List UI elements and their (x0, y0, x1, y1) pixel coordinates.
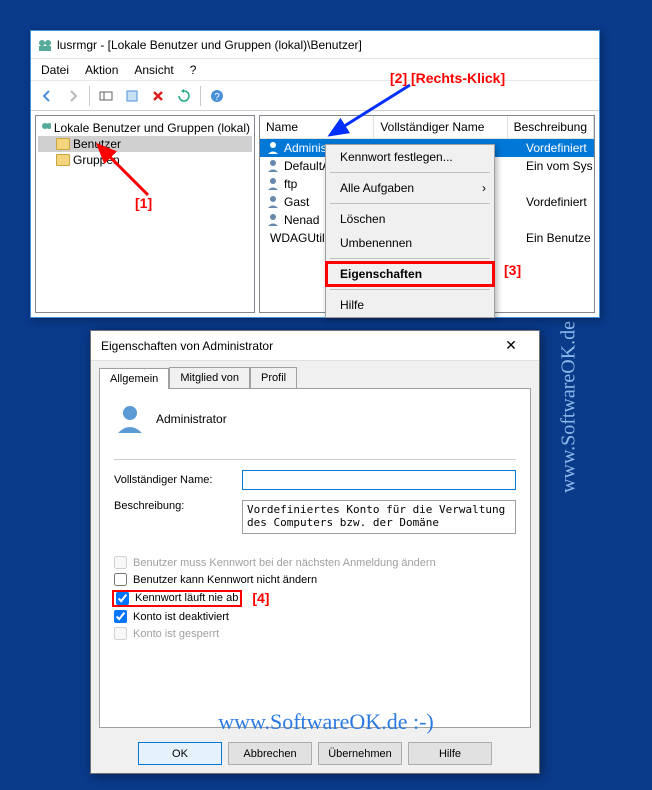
separator (330, 289, 490, 290)
tree-root[interactable]: Lokale Benutzer und Gruppen (lokal) (38, 120, 252, 136)
label-fullname: Vollständiger Name: (114, 474, 234, 486)
chk-label: Benutzer muss Kennwort bei der nächsten … (133, 557, 436, 569)
separator (330, 172, 490, 173)
cell-name: Nenad (284, 213, 319, 227)
cell-desc: Ein Benutze (520, 231, 594, 245)
properties-dialog: Eigenschaften von Administrator ✕ Allgem… (90, 330, 540, 774)
annotation-4: [4] (252, 590, 269, 606)
separator (330, 258, 490, 259)
refresh-button[interactable] (172, 84, 196, 108)
chk-never-expires[interactable]: Kennwort läuft nie ab [4] (114, 590, 516, 606)
user-icon (266, 141, 280, 155)
cell-desc: Vordefiniert (520, 141, 594, 155)
annotation-1: [1] (135, 195, 152, 211)
tab-general[interactable]: Allgemein (99, 368, 169, 389)
chk-disabled[interactable]: Konto ist deaktiviert (114, 610, 516, 623)
tree-root-label: Lokale Benutzer und Gruppen (lokal) (54, 121, 250, 135)
window-title: lusrmgr - [Lokale Benutzer und Gruppen (… (57, 38, 362, 52)
annotation-3: [3] (504, 262, 521, 278)
checkbox (114, 556, 127, 569)
chk-must-change: Benutzer muss Kennwort bei der nächsten … (114, 556, 516, 569)
separator (330, 203, 490, 204)
properties-button[interactable] (120, 84, 144, 108)
user-icon (266, 213, 280, 227)
app-icon (37, 37, 53, 53)
ctx-delete[interactable]: Löschen (326, 207, 494, 231)
user-name-label: Administrator (156, 412, 227, 426)
folder-icon (56, 138, 70, 150)
menu-view[interactable]: Ansicht (126, 61, 181, 79)
context-menu: Kennwort festlegen... Alle Aufgaben Lösc… (325, 144, 495, 318)
chk-label: Konto ist deaktiviert (133, 611, 229, 623)
show-hide-button[interactable] (94, 84, 118, 108)
menu-file[interactable]: Datei (33, 61, 77, 79)
checkbox (114, 627, 127, 640)
forward-button[interactable] (61, 84, 85, 108)
tab-profile[interactable]: Profil (250, 367, 297, 388)
col-desc[interactable]: Beschreibung (508, 116, 594, 138)
titlebar: lusrmgr - [Lokale Benutzer und Gruppen (… (31, 31, 599, 59)
svg-text:?: ? (214, 92, 220, 103)
arrow-2 (320, 80, 440, 150)
label-desc: Beschreibung: (114, 500, 234, 512)
chk-label: Benutzer kann Kennwort nicht ändern (133, 574, 317, 586)
chk-label: Konto ist gesperrt (133, 628, 219, 640)
menu-help[interactable]: ? (182, 61, 205, 79)
dialog-buttons: OK Abbrechen Übernehmen Hilfe (91, 736, 539, 775)
tab-member[interactable]: Mitglied von (169, 367, 250, 388)
user-icon (266, 159, 280, 173)
help-button[interactable]: Hilfe (408, 742, 492, 765)
input-desc[interactable]: Vordefiniertes Konto für die Verwaltung … (242, 500, 516, 534)
watermark-side: www.SoftwareOK.de :-) (558, 297, 581, 493)
ok-button[interactable]: OK (138, 742, 222, 765)
tabstrip: Allgemein Mitglied von Profil (91, 361, 539, 388)
checkbox[interactable] (114, 610, 127, 623)
user-icon (266, 195, 280, 209)
cell-desc: Vordefiniert (520, 195, 594, 209)
input-fullname[interactable] (242, 470, 516, 490)
ctx-properties[interactable]: Eigenschaften (326, 262, 494, 286)
apply-button[interactable]: Übernehmen (318, 742, 402, 765)
checkbox[interactable] (114, 573, 127, 586)
ctx-help[interactable]: Hilfe (326, 293, 494, 317)
delete-button[interactable] (146, 84, 170, 108)
tab-panel-general: Administrator Vollständiger Name: Beschr… (99, 388, 531, 728)
separator (200, 86, 201, 106)
dialog-title: Eigenschaften von Administrator (101, 339, 273, 353)
ctx-rename[interactable]: Umbenennen (326, 231, 494, 255)
help-button[interactable]: ? (205, 84, 229, 108)
separator (89, 86, 90, 106)
user-icon (266, 177, 280, 191)
checkbox[interactable] (116, 592, 129, 605)
menubar: Datei Aktion Ansicht ? (31, 59, 599, 81)
ctx-all-tasks[interactable]: Alle Aufgaben (326, 176, 494, 200)
divider (114, 459, 516, 460)
cancel-button[interactable]: Abbrechen (228, 742, 312, 765)
chk-label: Kennwort läuft nie ab (135, 592, 238, 604)
cell-name: Gast (284, 195, 309, 209)
annotation-2: [2] [Rechts-Klick] (390, 70, 505, 86)
user-icon-large (114, 403, 146, 435)
watermark-bottom: www.SoftwareOK.de :-) (218, 709, 433, 735)
toolbar: ? (31, 81, 599, 111)
dialog-titlebar: Eigenschaften von Administrator ✕ (91, 331, 539, 361)
chk-locked: Konto ist gesperrt (114, 627, 516, 640)
user-header: Administrator (114, 403, 516, 445)
menu-action[interactable]: Aktion (77, 61, 126, 79)
cell-desc: Ein vom Sys (520, 159, 594, 173)
back-button[interactable] (35, 84, 59, 108)
console-icon (40, 121, 51, 135)
cell-name: ftp (284, 177, 297, 191)
close-button[interactable]: ✕ (491, 337, 531, 354)
chk-cannot-change[interactable]: Benutzer kann Kennwort nicht ändern (114, 573, 516, 586)
folder-icon (56, 154, 70, 166)
